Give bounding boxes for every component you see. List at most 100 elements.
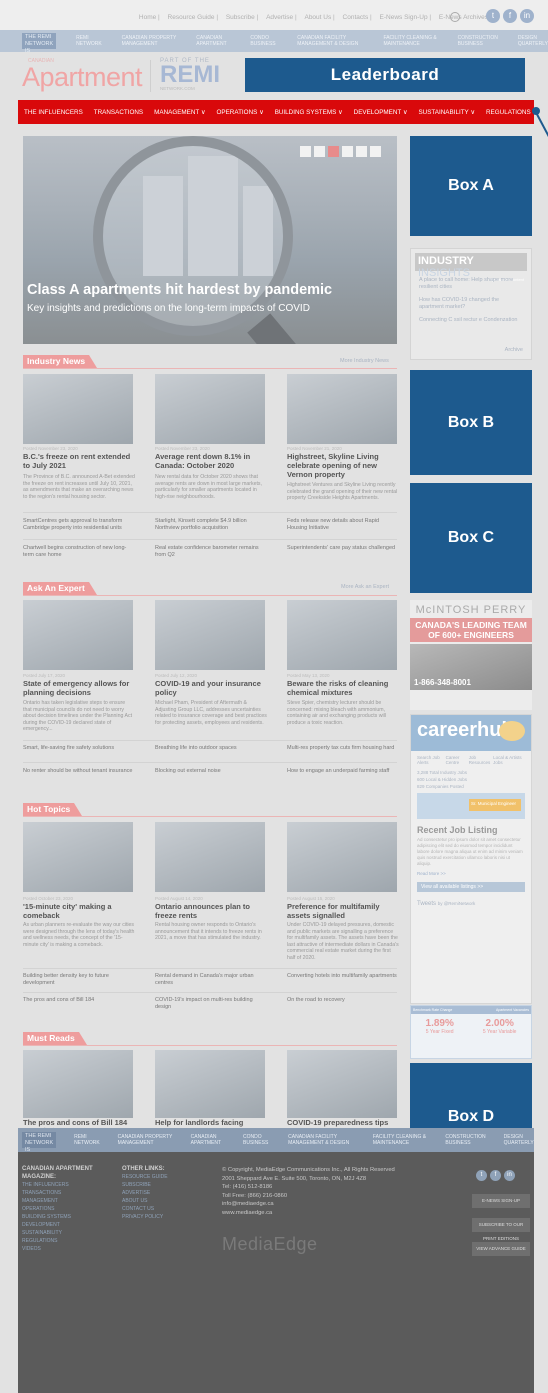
article-link[interactable]: Building better density key to future de…: [23, 973, 135, 987]
article-link[interactable]: COVID-19's impact on multi-res building …: [155, 997, 267, 1011]
footer-link[interactable]: DEVELOPMENT: [22, 1222, 60, 1230]
article-thumbnail[interactable]: [23, 600, 133, 670]
insights-item[interactable]: A place to call home: Help shape more re…: [419, 277, 523, 291]
article-link[interactable]: Superintendents' care pay status challen…: [287, 545, 399, 552]
article-title[interactable]: '15-minute city' making a comeback: [23, 902, 135, 920]
footer-facebook-icon[interactable]: f: [490, 1170, 501, 1181]
site-logo[interactable]: CANADIAN Apartment: [22, 58, 146, 92]
util-link-enews-archives[interactable]: E-News Archives: [439, 14, 488, 21]
twitter-icon[interactable]: t: [486, 9, 500, 23]
article-link[interactable]: Chartwell begins construction of new lon…: [23, 545, 135, 559]
email-line[interactable]: info@mediaedge.ca: [222, 1200, 412, 1209]
article-link[interactable]: Breathing life into outdoor spaces: [155, 745, 267, 752]
article-title[interactable]: COVID-19 and your insurance policy: [155, 679, 267, 697]
box-a-ad[interactable]: Box A: [410, 136, 532, 236]
util-link-resource-guide[interactable]: Resource Guide: [168, 14, 215, 21]
network-item[interactable]: CANADIAN PROPERTY MANAGEMENT: [122, 35, 177, 47]
careerhub-header[interactable]: careerhub: [411, 715, 531, 751]
footer-network-item[interactable]: CANADIAN FACILITY MANAGEMENT & DESIGN: [288, 1134, 355, 1146]
slider-dot[interactable]: [342, 146, 353, 157]
footer-link[interactable]: ABOUT US: [122, 1198, 147, 1206]
web-line[interactable]: www.mediaedge.ca: [222, 1209, 412, 1218]
nav-item-transactions[interactable]: TRANSACTIONS: [94, 109, 143, 116]
footer-link[interactable]: SUBSCRIBE: [122, 1182, 151, 1190]
careerhub-job-ad[interactable]: Sr. Municipal Engineer: [417, 793, 525, 819]
careerhub-view-all-button[interactable]: View all available listings >>: [417, 882, 525, 892]
article-thumbnail[interactable]: [287, 374, 397, 444]
article-thumbnail[interactable]: [155, 822, 265, 892]
article-title[interactable]: B.C.'s freeze on rent extended to July 2…: [23, 452, 135, 470]
article-link[interactable]: Feds release new details about Rapid Hou…: [287, 518, 399, 532]
hero-slider[interactable]: Class A apartments hit hardest by pandem…: [23, 136, 397, 344]
network-item[interactable]: CANADIAN FACILITY MANAGEMENT & DESIGN: [297, 35, 363, 47]
article-thumbnail[interactable]: [23, 822, 133, 892]
slider-dot[interactable]: [300, 146, 311, 157]
box-b-ad[interactable]: Box B: [410, 370, 532, 475]
careerhub-col[interactable]: Job Resources: [469, 755, 493, 765]
footer-link[interactable]: THE INFLUENCERS: [22, 1182, 69, 1190]
article-thumbnail[interactable]: [287, 600, 397, 670]
article-thumbnail[interactable]: [287, 1050, 397, 1120]
footer-link[interactable]: MANAGEMENT: [22, 1198, 58, 1206]
article-title[interactable]: Average rent down 8.1% in Canada: Octobe…: [155, 452, 267, 470]
slider-dot-active[interactable]: [328, 146, 339, 157]
footer-advance-guide-button[interactable]: VIEW ADVANCE GUIDE: [472, 1242, 530, 1256]
nav-item-development[interactable]: DEVELOPMENT ∨: [354, 109, 408, 116]
insights-item[interactable]: Connecting C ssil rectur e Condenzation: [419, 317, 523, 324]
footer-network-item[interactable]: REMI NETWORK: [74, 1134, 100, 1146]
footer-link[interactable]: TRANSACTIONS: [22, 1190, 61, 1198]
nav-item-influencers[interactable]: THE INFLUENCERS: [24, 109, 83, 116]
article-title[interactable]: Ontario announces plan to freeze rents: [155, 902, 267, 920]
article-link[interactable]: Multi-res property tax cuts firm housing…: [287, 745, 399, 752]
article-thumbnail[interactable]: [287, 822, 397, 892]
network-item[interactable]: FACILITY CLEANING & MAINTENANCE: [383, 35, 437, 47]
footer-link[interactable]: SUSTAINABILITY: [22, 1230, 62, 1238]
util-link-subscribe[interactable]: Subscribe: [226, 14, 255, 21]
careerhub-col[interactable]: Local & Artists Jobs: [493, 755, 525, 765]
careerhub-col[interactable]: Career Centre: [446, 755, 469, 765]
footer-link[interactable]: ADVERTISE: [122, 1190, 150, 1198]
footer-network-item[interactable]: CONDO BUSINESS: [243, 1134, 270, 1146]
util-link-enews-signup[interactable]: E-News Sign-Up: [380, 14, 428, 21]
footer-link[interactable]: VIDEOS: [22, 1246, 41, 1254]
article-title[interactable]: Highstreet, Skyline Living celebrate ope…: [287, 452, 399, 479]
article-link[interactable]: Blocking out external noise: [155, 768, 267, 775]
slider-dot[interactable]: [370, 146, 381, 157]
article-link[interactable]: No renter should be without tenant insur…: [23, 768, 135, 775]
search-icon[interactable]: [450, 12, 460, 22]
article-link[interactable]: Starlight, Kinsett complete $4.9 billion…: [155, 518, 267, 532]
footer-link[interactable]: PRIVACY POLICY: [122, 1214, 163, 1222]
facebook-icon[interactable]: f: [503, 9, 517, 23]
mcintosh-perry-ad[interactable]: McINTOSH PERRY CANADA'S LEADING TEAM OF …: [410, 600, 532, 710]
network-item[interactable]: REMI NETWORK: [76, 35, 102, 47]
article-link[interactable]: Rental demand in Canada's major urban ce…: [155, 973, 267, 987]
slider-dot[interactable]: [356, 146, 367, 157]
careerhub-col[interactable]: Search Job Alerts: [417, 755, 446, 765]
hero-title[interactable]: Class A apartments hit hardest by pandem…: [27, 282, 332, 298]
tweets-by[interactable]: by @RemiNetwork: [438, 901, 476, 906]
article-title[interactable]: Beware the risks of cleaning chemical mi…: [287, 679, 399, 697]
article-thumbnail[interactable]: [23, 374, 133, 444]
nav-item-management[interactable]: MANAGEMENT ∨: [154, 109, 205, 116]
footer-enews-button[interactable]: E-NEWS SIGN-UP: [472, 1194, 530, 1208]
network-item[interactable]: CONDO BUSINESS: [250, 35, 277, 47]
rates-widget[interactable]: Benchmark Rate Change Apartment Vacancies…: [410, 1005, 532, 1059]
footer-network-item[interactable]: CANADIAN APARTMENT: [191, 1134, 225, 1146]
article-title[interactable]: The pros and cons of Bill 184: [23, 1118, 135, 1127]
nav-item-sustainability[interactable]: SUSTAINABILITY ∨: [418, 109, 475, 116]
network-item[interactable]: DESIGN QUARTERLY: [518, 35, 548, 47]
linkedin-icon[interactable]: in: [520, 9, 534, 23]
util-link-home[interactable]: Home: [139, 14, 156, 21]
article-link[interactable]: SmartCentres gets approval to transform …: [23, 518, 135, 532]
article-link[interactable]: On the road to recovery: [287, 997, 399, 1004]
slider-dot[interactable]: [314, 146, 325, 157]
nav-item-operations[interactable]: OPERATIONS ∨: [217, 109, 264, 116]
network-item[interactable]: CONSTRUCTION BUSINESS: [458, 35, 498, 47]
article-thumbnail[interactable]: [155, 600, 265, 670]
footer-network-item[interactable]: CANADIAN PROPERTY MANAGEMENT: [118, 1134, 173, 1146]
article-title[interactable]: State of emergency allows for planning d…: [23, 679, 135, 697]
article-link[interactable]: The pros and cons of Bill 184: [23, 997, 135, 1004]
footer-link[interactable]: BUILDING SYSTEMS: [22, 1214, 71, 1222]
footer-twitter-icon[interactable]: t: [476, 1170, 487, 1181]
footer-link[interactable]: OPERATIONS: [22, 1206, 54, 1214]
